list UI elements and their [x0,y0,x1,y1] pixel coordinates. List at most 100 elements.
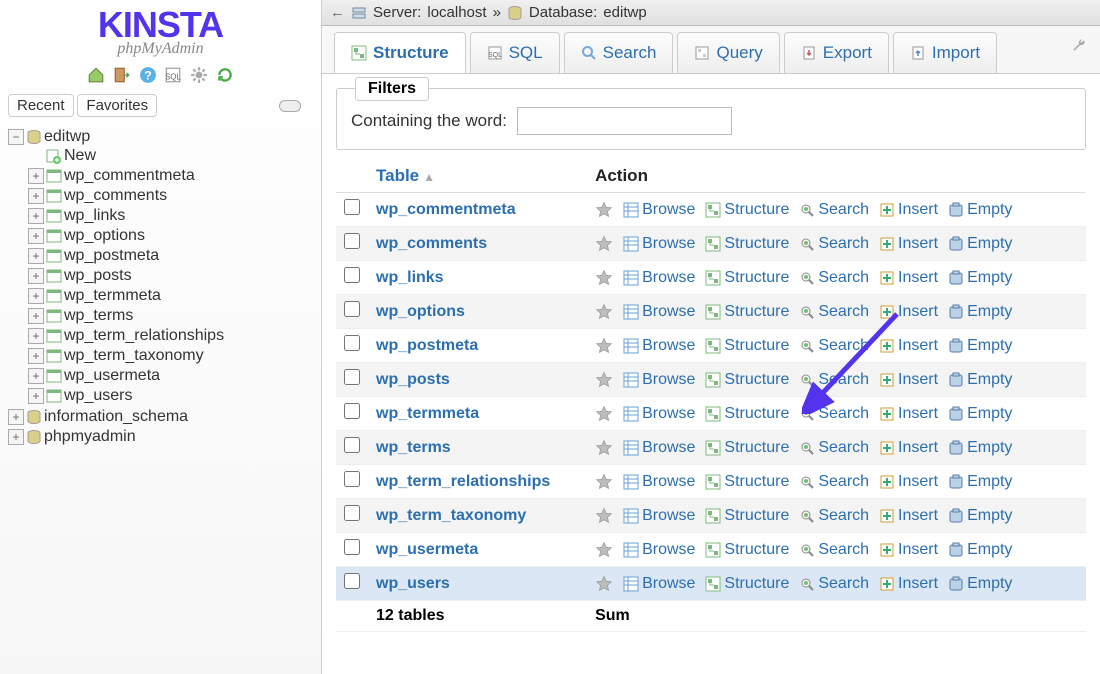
row-checkbox[interactable] [344,369,360,385]
tree-table-wp_terms[interactable]: +wp_terms [8,307,317,325]
favorite-star-icon[interactable] [595,269,613,287]
action-structure[interactable]: Structure [705,201,789,219]
tab-structure[interactable]: Structure [334,32,466,73]
table-name-link[interactable]: wp_commentmeta [376,201,516,218]
action-browse[interactable]: Browse [623,269,695,287]
expand-icon[interactable]: + [28,248,44,264]
expand-icon[interactable]: + [28,208,44,224]
table-name-link[interactable]: wp_links [376,269,444,286]
expand-icon[interactable]: + [8,429,24,445]
settings-icon[interactable] [190,66,208,84]
action-structure[interactable]: Structure [705,337,789,355]
tree-table-wp_posts[interactable]: +wp_posts [8,267,317,285]
action-insert[interactable]: Insert [879,371,938,389]
action-insert[interactable]: Insert [879,201,938,219]
action-browse[interactable]: Browse [623,507,695,525]
action-structure[interactable]: Structure [705,507,789,525]
action-browse[interactable]: Browse [623,473,695,491]
tree-table-wp_users[interactable]: +wp_users [8,387,317,405]
row-checkbox[interactable] [344,199,360,215]
action-search[interactable]: Search [799,405,869,423]
favorite-star-icon[interactable] [595,405,613,423]
favorite-star-icon[interactable] [595,473,613,491]
row-checkbox[interactable] [344,539,360,555]
table-name-link[interactable]: wp_comments [376,235,487,252]
tree-table-wp_term_taxonomy[interactable]: +wp_term_taxonomy [8,347,317,365]
expand-icon[interactable]: + [28,308,44,324]
tree-table-wp_links[interactable]: +wp_links [8,207,317,225]
row-checkbox[interactable] [344,437,360,453]
collapse-toggle[interactable] [279,100,301,112]
tree-table-wp_termmeta[interactable]: +wp_termmeta [8,287,317,305]
tab-more[interactable] [1058,26,1100,73]
tree-db-phpmyadmin[interactable]: +phpmyadmin [8,428,317,446]
table-name-link[interactable]: wp_posts [376,371,450,388]
action-insert[interactable]: Insert [879,439,938,457]
action-insert[interactable]: Insert [879,235,938,253]
action-empty[interactable]: Empty [948,269,1012,287]
tree-table-wp_usermeta[interactable]: +wp_usermeta [8,367,317,385]
action-insert[interactable]: Insert [879,405,938,423]
action-search[interactable]: Search [799,541,869,559]
action-search[interactable]: Search [799,337,869,355]
action-insert[interactable]: Insert [879,473,938,491]
home-icon[interactable] [87,66,105,84]
action-insert[interactable]: Insert [879,337,938,355]
action-search[interactable]: Search [799,473,869,491]
tree-table-wp_comments[interactable]: +wp_comments [8,187,317,205]
action-empty[interactable]: Empty [948,575,1012,593]
expand-icon[interactable]: + [28,388,44,404]
action-search[interactable]: Search [799,439,869,457]
action-browse[interactable]: Browse [623,337,695,355]
table-name-link[interactable]: wp_term_taxonomy [376,507,526,524]
tree-db-information_schema[interactable]: +information_schema [8,408,317,426]
action-insert[interactable]: Insert [879,507,938,525]
table-name-link[interactable]: wp_usermeta [376,541,478,558]
collapse-icon[interactable]: − [8,129,24,145]
action-search[interactable]: Search [799,201,869,219]
expand-icon[interactable]: + [8,409,24,425]
action-insert[interactable]: Insert [879,269,938,287]
expand-icon[interactable]: + [28,228,44,244]
favorite-star-icon[interactable] [595,235,613,253]
tree-table-wp_commentmeta[interactable]: +wp_commentmeta [8,167,317,185]
table-name-link[interactable]: wp_options [376,303,465,320]
tree-table-wp_options[interactable]: +wp_options [8,227,317,245]
action-browse[interactable]: Browse [623,575,695,593]
action-empty[interactable]: Empty [948,507,1012,525]
tree-table-wp_term_relationships[interactable]: +wp_term_relationships [8,327,317,345]
action-empty[interactable]: Empty [948,473,1012,491]
action-structure[interactable]: Structure [705,541,789,559]
favorites-tab[interactable]: Favorites [77,94,157,117]
action-structure[interactable]: Structure [705,269,789,287]
expand-icon[interactable]: + [28,168,44,184]
action-insert[interactable]: Insert [879,575,938,593]
action-browse[interactable]: Browse [623,201,695,219]
action-browse[interactable]: Browse [623,303,695,321]
tab-search[interactable]: Search [564,32,674,73]
action-insert[interactable]: Insert [879,541,938,559]
action-insert[interactable]: Insert [879,303,938,321]
action-structure[interactable]: Structure [705,303,789,321]
help-icon[interactable] [139,66,157,84]
action-empty[interactable]: Empty [948,371,1012,389]
tab-export[interactable]: Export [784,32,889,73]
tab-query[interactable]: Query [677,32,779,73]
action-structure[interactable]: Structure [705,235,789,253]
favorite-star-icon[interactable] [595,541,613,559]
tab-sql[interactable]: SQL [470,32,560,73]
action-empty[interactable]: Empty [948,541,1012,559]
refresh-icon[interactable] [216,66,234,84]
col-table[interactable]: Table▲ [368,160,587,193]
back-arrow-icon[interactable]: ← [330,4,345,21]
action-empty[interactable]: Empty [948,405,1012,423]
action-browse[interactable]: Browse [623,235,695,253]
table-name-link[interactable]: wp_term_relationships [376,473,550,490]
row-checkbox[interactable] [344,267,360,283]
exit-icon[interactable] [113,66,131,84]
table-name-link[interactable]: wp_terms [376,439,451,456]
table-name-link[interactable]: wp_postmeta [376,337,478,354]
table-name-link[interactable]: wp_termmeta [376,405,479,422]
tree-table-wp_postmeta[interactable]: +wp_postmeta [8,247,317,265]
action-browse[interactable]: Browse [623,405,695,423]
